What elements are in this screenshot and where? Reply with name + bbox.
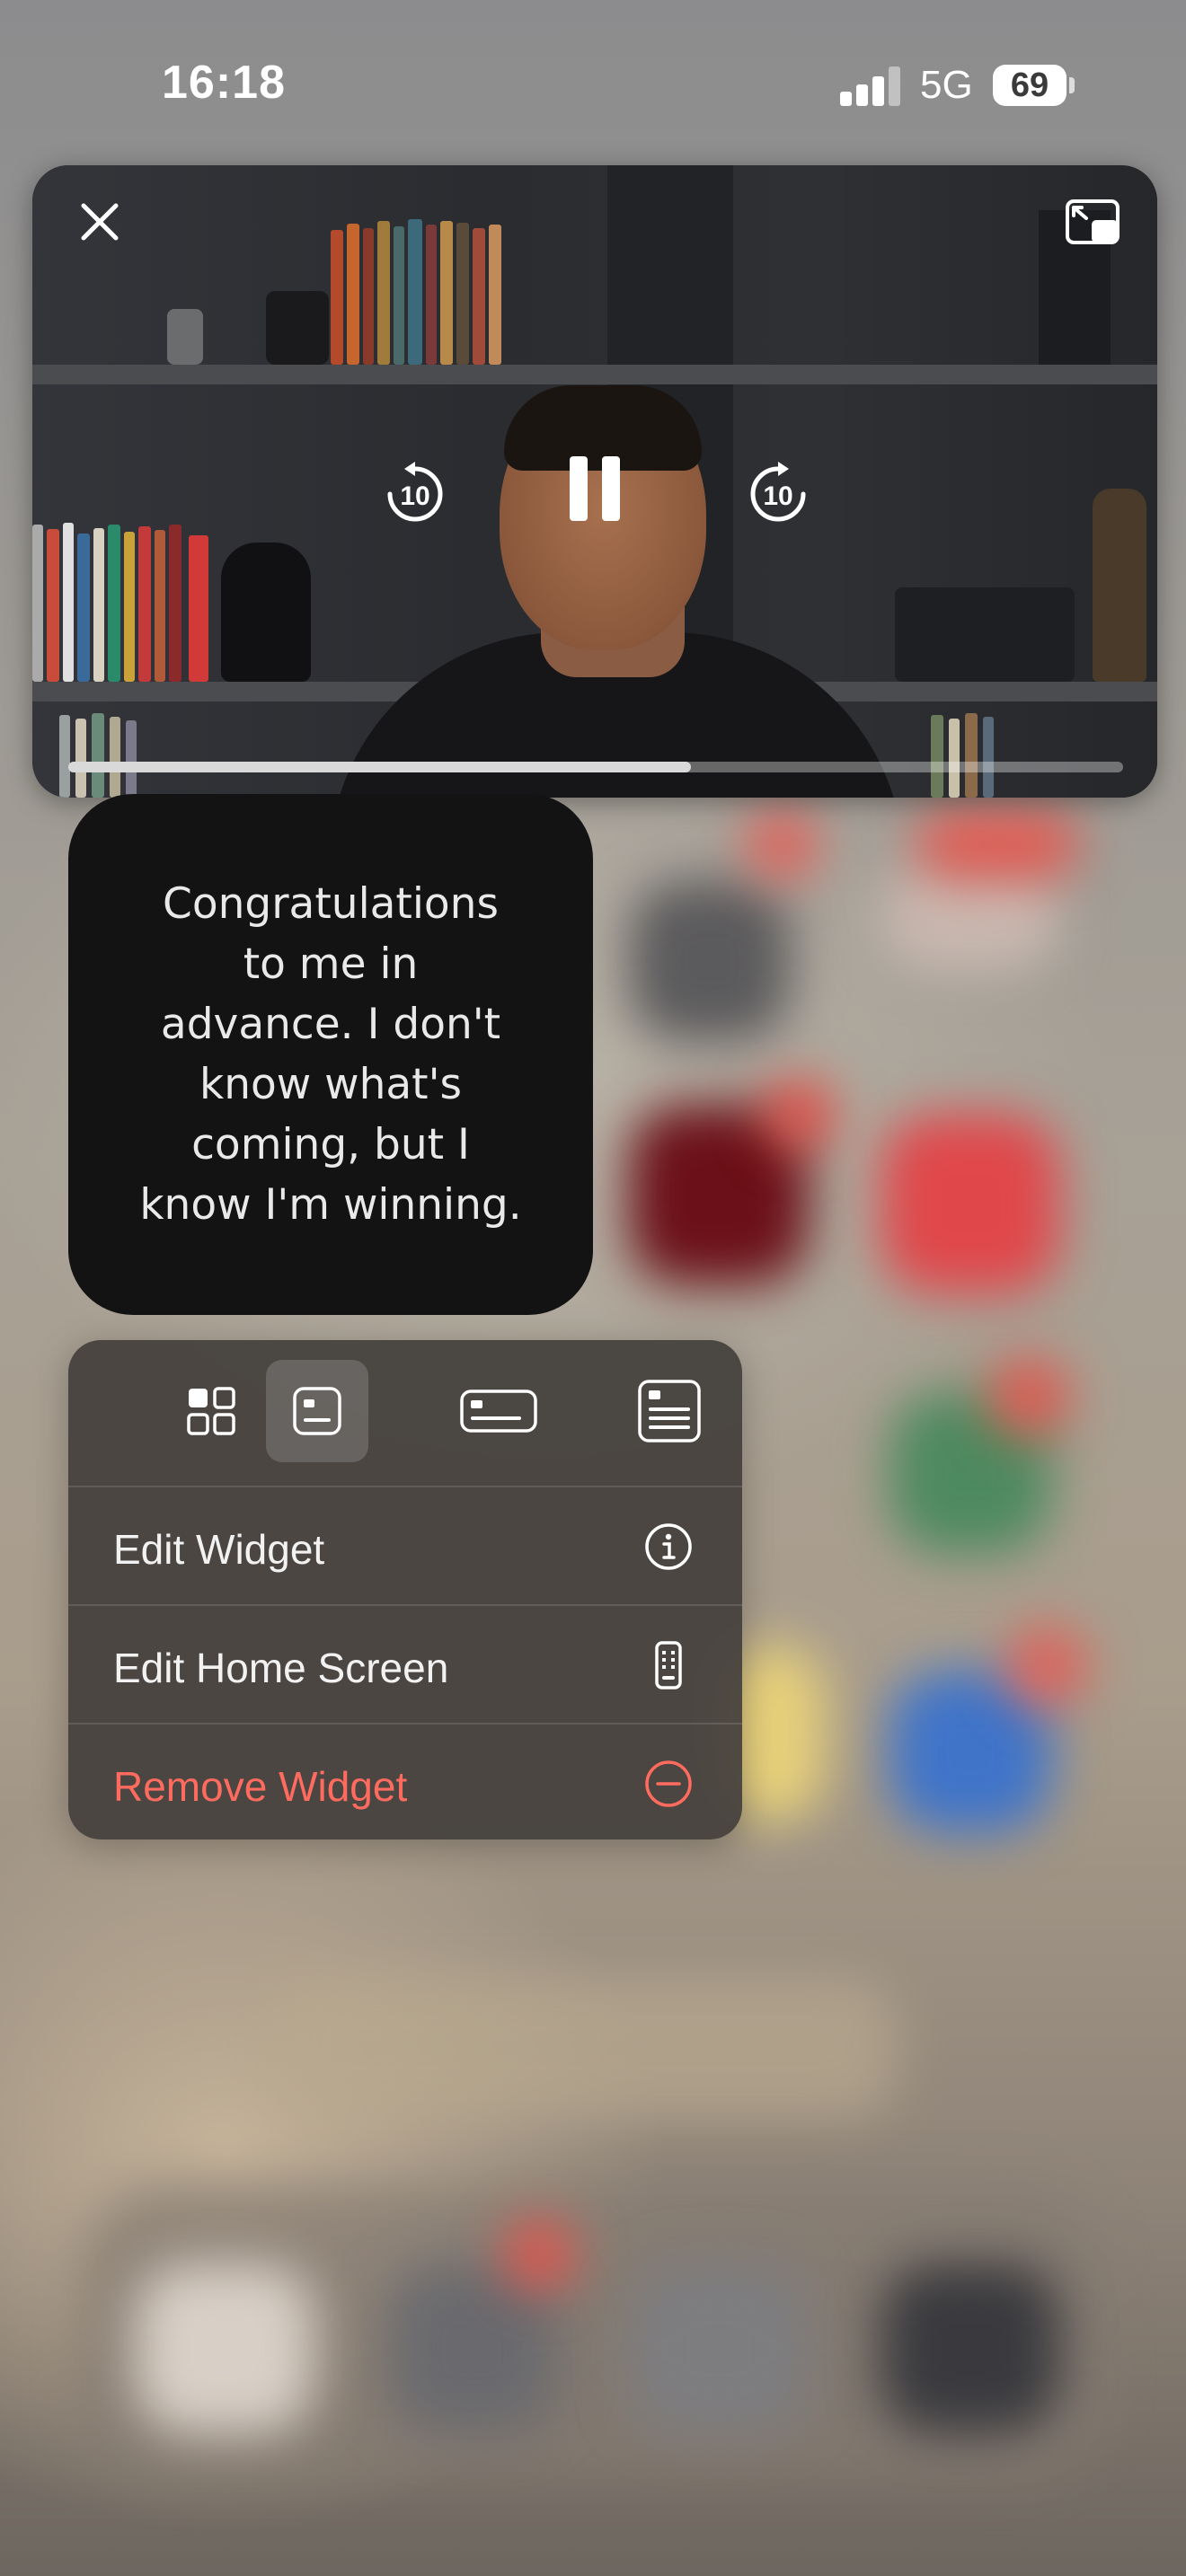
blurred-app-icon — [629, 880, 791, 1042]
blurred-badge — [503, 2219, 575, 2290]
status-time: 16:18 — [162, 57, 286, 109]
widget-size-grid[interactable] — [160, 1360, 262, 1462]
video-progress-fill — [68, 762, 691, 772]
widget-grid-icon — [187, 1387, 235, 1435]
blurred-badge — [988, 1356, 1069, 1437]
blurred-badge — [764, 1078, 836, 1150]
widget-size-selector — [68, 1340, 742, 1486]
cellular-signal-icon — [840, 66, 900, 106]
edit-widget-item[interactable]: Edit Widget — [68, 1486, 742, 1606]
blurred-badge — [916, 808, 1078, 880]
pip-video-player[interactable]: 10 10 — [32, 165, 1157, 798]
widget-medium-icon — [460, 1389, 537, 1433]
blurred-dock-icon — [629, 2263, 809, 2434]
widget-context-menu: Edit Widget Edit Home Screen Remove Widg… — [68, 1340, 742, 1839]
widget-size-large[interactable] — [618, 1360, 721, 1462]
widget-size-medium[interactable] — [440, 1360, 557, 1462]
widget-size-small[interactable] — [266, 1360, 368, 1462]
widget-large-icon — [638, 1380, 701, 1442]
info-icon — [645, 1523, 692, 1570]
pause-icon[interactable] — [541, 435, 649, 543]
battery-cap — [1069, 77, 1075, 93]
blurred-dock-icon — [881, 2263, 1060, 2434]
close-icon[interactable] — [68, 190, 131, 253]
widget-small-icon — [293, 1387, 341, 1435]
skip-forward-10-icon[interactable]: 10 — [735, 451, 821, 537]
blurred-app-icon — [881, 1114, 1060, 1293]
video-progress-bar[interactable] — [68, 762, 1123, 772]
skip-back-10-icon[interactable]: 10 — [372, 451, 458, 537]
network-type: 5G — [920, 63, 973, 107]
phone-icon — [655, 1641, 682, 1689]
battery-indicator: 69 — [993, 65, 1067, 106]
blurred-shape — [270, 1976, 898, 2120]
remove-widget-label: Remove Widget — [113, 1763, 408, 1810]
skip-back-label: 10 — [400, 481, 430, 511]
quote-text: Congratulations to me in advance. I don'… — [139, 879, 522, 1230]
blurred-badge — [1006, 1626, 1087, 1707]
quote-widget[interactable]: Congratulations to me in advance. I don'… — [68, 794, 593, 1315]
minus-circle-icon — [645, 1760, 692, 1807]
edit-home-screen-item[interactable]: Edit Home Screen — [68, 1604, 742, 1725]
skip-forward-label: 10 — [763, 481, 793, 511]
blurred-badge — [746, 808, 818, 880]
pip-restore-icon[interactable] — [1057, 190, 1128, 253]
edit-home-screen-label: Edit Home Screen — [113, 1645, 449, 1691]
edit-widget-label: Edit Widget — [113, 1526, 325, 1573]
remove-widget-item[interactable]: Remove Widget — [68, 1723, 742, 1839]
blurred-dock-icon — [135, 2263, 314, 2434]
